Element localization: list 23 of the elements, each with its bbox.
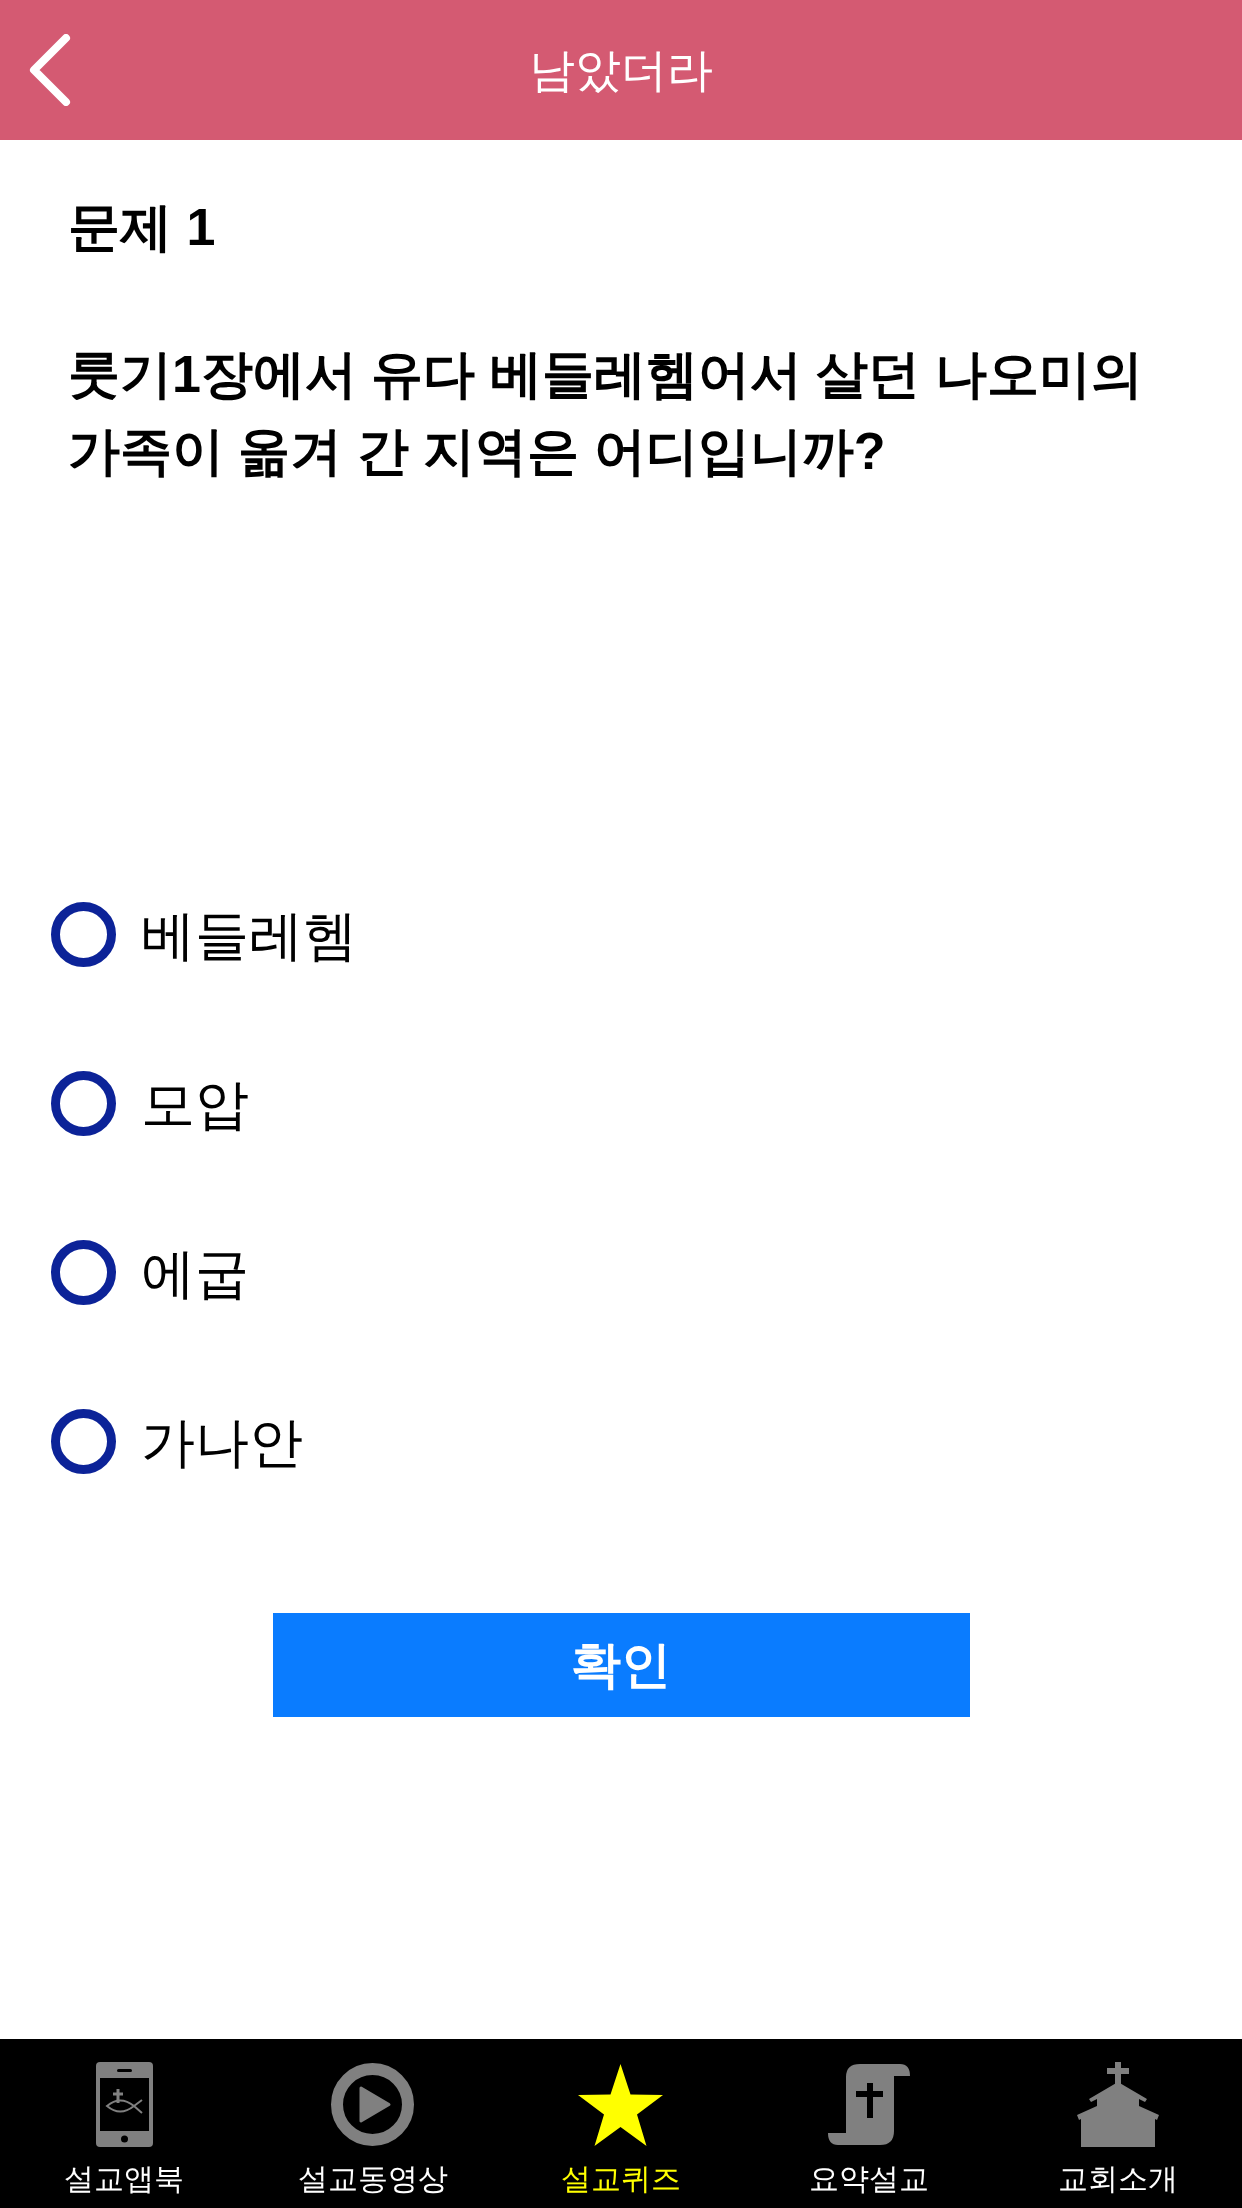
question-text: 룻기1장에서 유다 베들레헴어서 살던 나오미의 가족이 옮겨 간 지역은 어디입니까? xyxy=(68,344,1144,482)
tab-item[interactable]: 설교앱북 xyxy=(0,2039,249,2208)
confirm-button[interactable]: 확인 xyxy=(272,1613,970,1717)
option-label: 모압 xyxy=(141,1072,249,1136)
radio-button[interactable] xyxy=(51,1071,116,1136)
phone-fish-icon xyxy=(95,2062,153,2147)
church-icon xyxy=(1076,2062,1159,2147)
screen-title: 남았더라 xyxy=(529,47,713,93)
tab-item[interactable]: 요약설교 xyxy=(745,2039,994,2208)
scroll-cross-icon xyxy=(828,2063,911,2146)
option-label: 에굽 xyxy=(141,1241,249,1305)
star-icon xyxy=(578,2063,664,2146)
radio-button[interactable] xyxy=(51,902,116,967)
tab-item[interactable]: 교회소개 xyxy=(993,2039,1242,2208)
option-label: 가나안 xyxy=(141,1410,303,1474)
radio-button[interactable] xyxy=(51,1409,116,1474)
play-circle-icon xyxy=(331,2063,415,2146)
tab-item[interactable]: 설교동영상 xyxy=(248,2039,497,2208)
radio-button[interactable] xyxy=(51,1240,116,1305)
question-number: 문제 1 xyxy=(68,197,217,258)
back-chevron-icon xyxy=(28,34,72,106)
tab-item[interactable]: 설교퀴즈 xyxy=(496,2039,746,2208)
option-label: 베들레헴 xyxy=(141,903,357,967)
